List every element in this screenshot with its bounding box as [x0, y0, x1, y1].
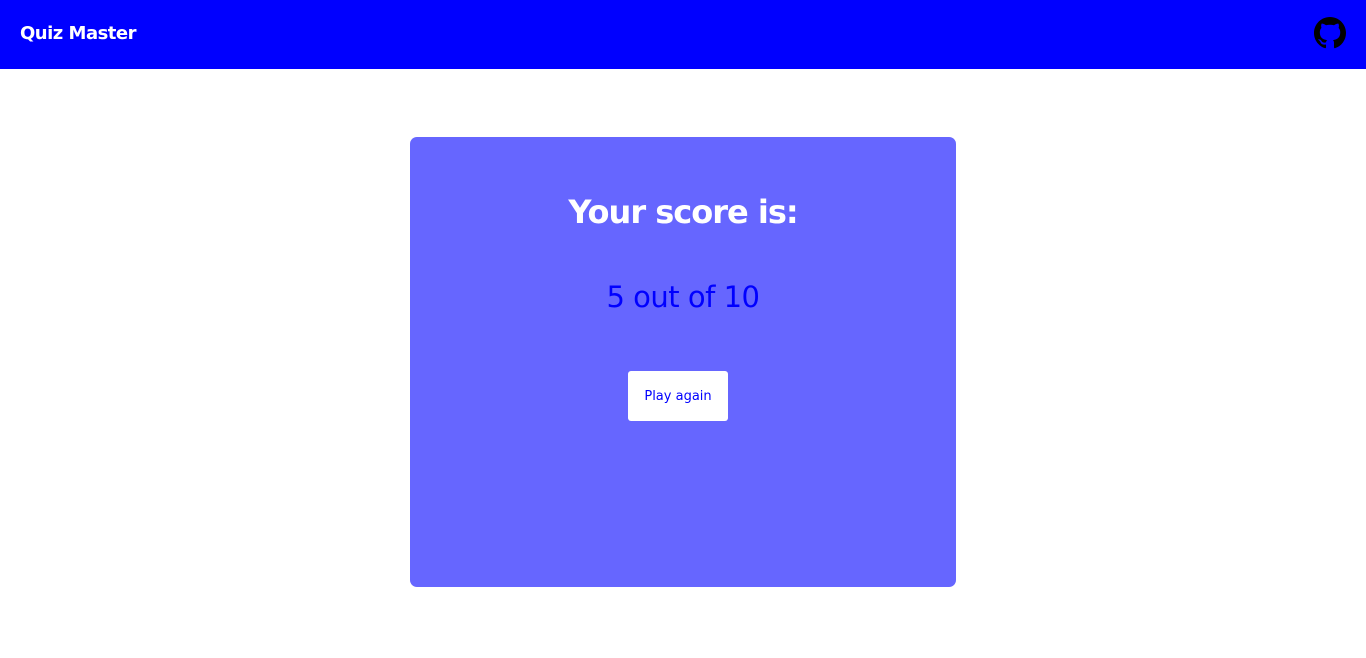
brand-logo[interactable]: Quiz Master	[20, 22, 137, 46]
score-value: 5 out of 10	[606, 280, 760, 314]
score-heading: Your score is:	[568, 193, 798, 231]
github-icon	[1314, 17, 1346, 49]
github-link[interactable]	[1314, 17, 1346, 49]
navbar: Quiz Master	[0, 0, 1366, 69]
play-again-button[interactable]: Play again	[628, 371, 728, 421]
